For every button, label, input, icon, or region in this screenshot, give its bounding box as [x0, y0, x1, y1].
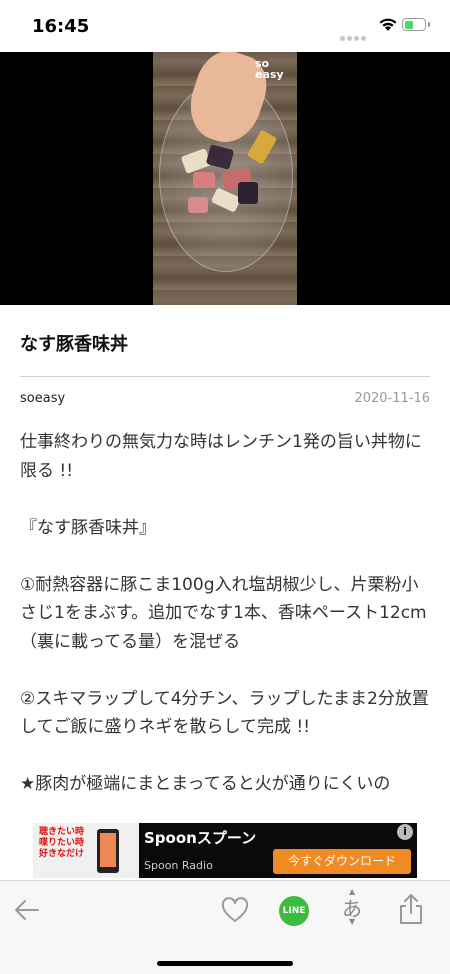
ad-image: 聴きたい時 喋りたい時 好きなだけ	[33, 823, 139, 878]
battery-cap	[428, 22, 430, 27]
article-body: 仕事終わりの無気力な時はレンチン1発の旨い丼物に限る !! 『なす豚香味丼』 ①…	[20, 428, 434, 823]
ad-title: Spoonスプーン	[144, 829, 257, 847]
article-title: なす豚香味丼	[20, 334, 128, 355]
paragraph: ★豚肉が極端にまとまってると火が通りにくいの	[20, 774, 391, 794]
wifi-icon	[379, 18, 397, 31]
share-icon[interactable]	[398, 893, 424, 925]
home-indicator	[157, 961, 293, 966]
status-bar: 16:45	[0, 0, 450, 52]
back-arrow-icon[interactable]	[12, 895, 42, 925]
status-time: 16:45	[32, 16, 90, 37]
signal-icon	[340, 26, 368, 45]
phone-image	[97, 829, 119, 873]
heart-icon[interactable]	[220, 895, 250, 925]
ad-banner[interactable]: 聴きたい時 喋りたい時 好きなだけ Spoonスプーン Spoon Radio …	[33, 823, 417, 878]
battery-icon	[402, 18, 426, 31]
divider	[20, 376, 430, 377]
ad-download-button[interactable]: 今すぐダウンロード	[273, 849, 411, 874]
video-player[interactable]: so easy	[0, 52, 450, 305]
article-date: 2020-11-16	[354, 391, 430, 406]
ad-subtitle: Spoon Radio	[144, 859, 213, 872]
bottom-toolbar: LINE ▲ あ ▼	[0, 880, 450, 974]
ad-info-icon[interactable]: i	[397, 824, 413, 840]
font-size-down-icon: ▼	[349, 917, 356, 926]
ad-image-text: 聴きたい時 喋りたい時 好きなだけ	[39, 827, 85, 859]
paragraph: ①耐熱容器に豚こま100g入れ塩胡椒少し、片栗粉小さじ1をまぶす。追加でなす1本…	[20, 574, 427, 652]
line-share-icon[interactable]: LINE	[279, 896, 309, 926]
article-author[interactable]: soeasy	[20, 391, 65, 406]
paragraph: 『なす豚香味丼』	[20, 517, 156, 538]
paragraph: ②スキマラップして4分チン、ラップしたまま2分放置してご飯に盛りネギを散らして完…	[20, 688, 429, 738]
video-thumbnail: so easy	[153, 52, 297, 305]
paragraph: 仕事終わりの無気力な時はレンチン1発の旨い丼物に限る !!	[20, 432, 422, 481]
video-watermark: so easy	[255, 57, 284, 81]
